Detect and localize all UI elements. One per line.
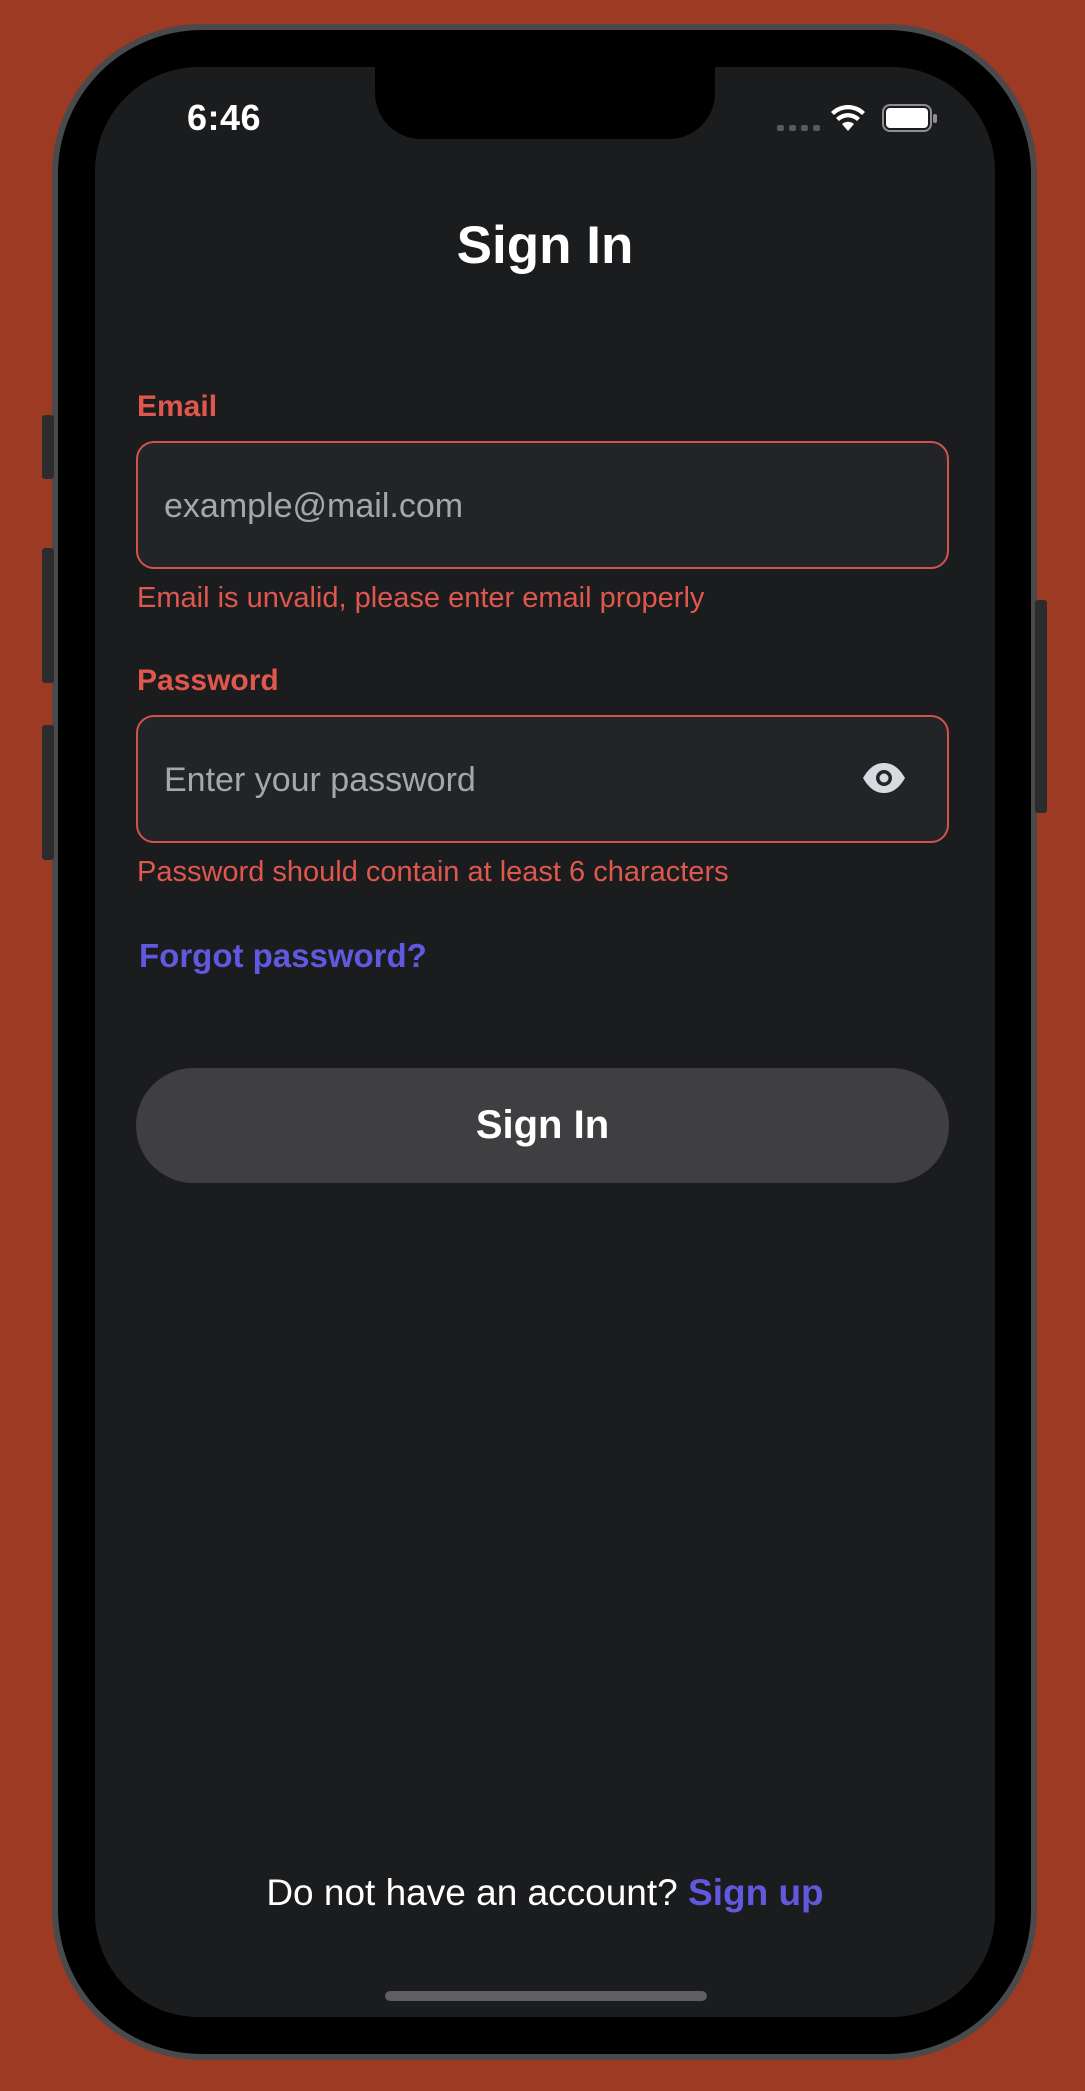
volume-down-button (42, 725, 54, 860)
password-field-container (136, 715, 949, 843)
sign-up-link[interactable]: Sign up (688, 1872, 824, 1913)
password-error-message: Password should contain at least 6 chara… (137, 856, 729, 888)
app-screen: 6:46 Sign In Email Email is unvalid, ple… (95, 67, 995, 2017)
email-field[interactable] (162, 443, 846, 569)
cellular-signal-icon (777, 125, 820, 131)
volume-up-button (42, 548, 54, 683)
page-title: Sign In (456, 216, 634, 275)
eye-icon[interactable] (861, 761, 907, 795)
forgot-password-link[interactable]: Forgot password? (139, 937, 427, 975)
email-field-container (136, 441, 949, 569)
password-field[interactable] (162, 717, 846, 843)
email-error-message: Email is unvalid, please enter email pro… (137, 582, 705, 614)
signup-prompt-text: Do not have an account? (266, 1872, 678, 1913)
notch (375, 67, 715, 139)
password-label: Password (137, 664, 279, 697)
home-indicator[interactable] (385, 1991, 707, 2001)
signup-prompt: Do not have an account? Sign up (95, 1872, 995, 1914)
mute-switch (42, 415, 54, 479)
power-button (1035, 600, 1047, 813)
sign-in-button[interactable]: Sign In (136, 1068, 949, 1183)
wifi-icon (831, 105, 865, 131)
status-time: 6:46 (187, 97, 262, 138)
battery-icon (882, 104, 937, 132)
email-label: Email (137, 390, 218, 423)
